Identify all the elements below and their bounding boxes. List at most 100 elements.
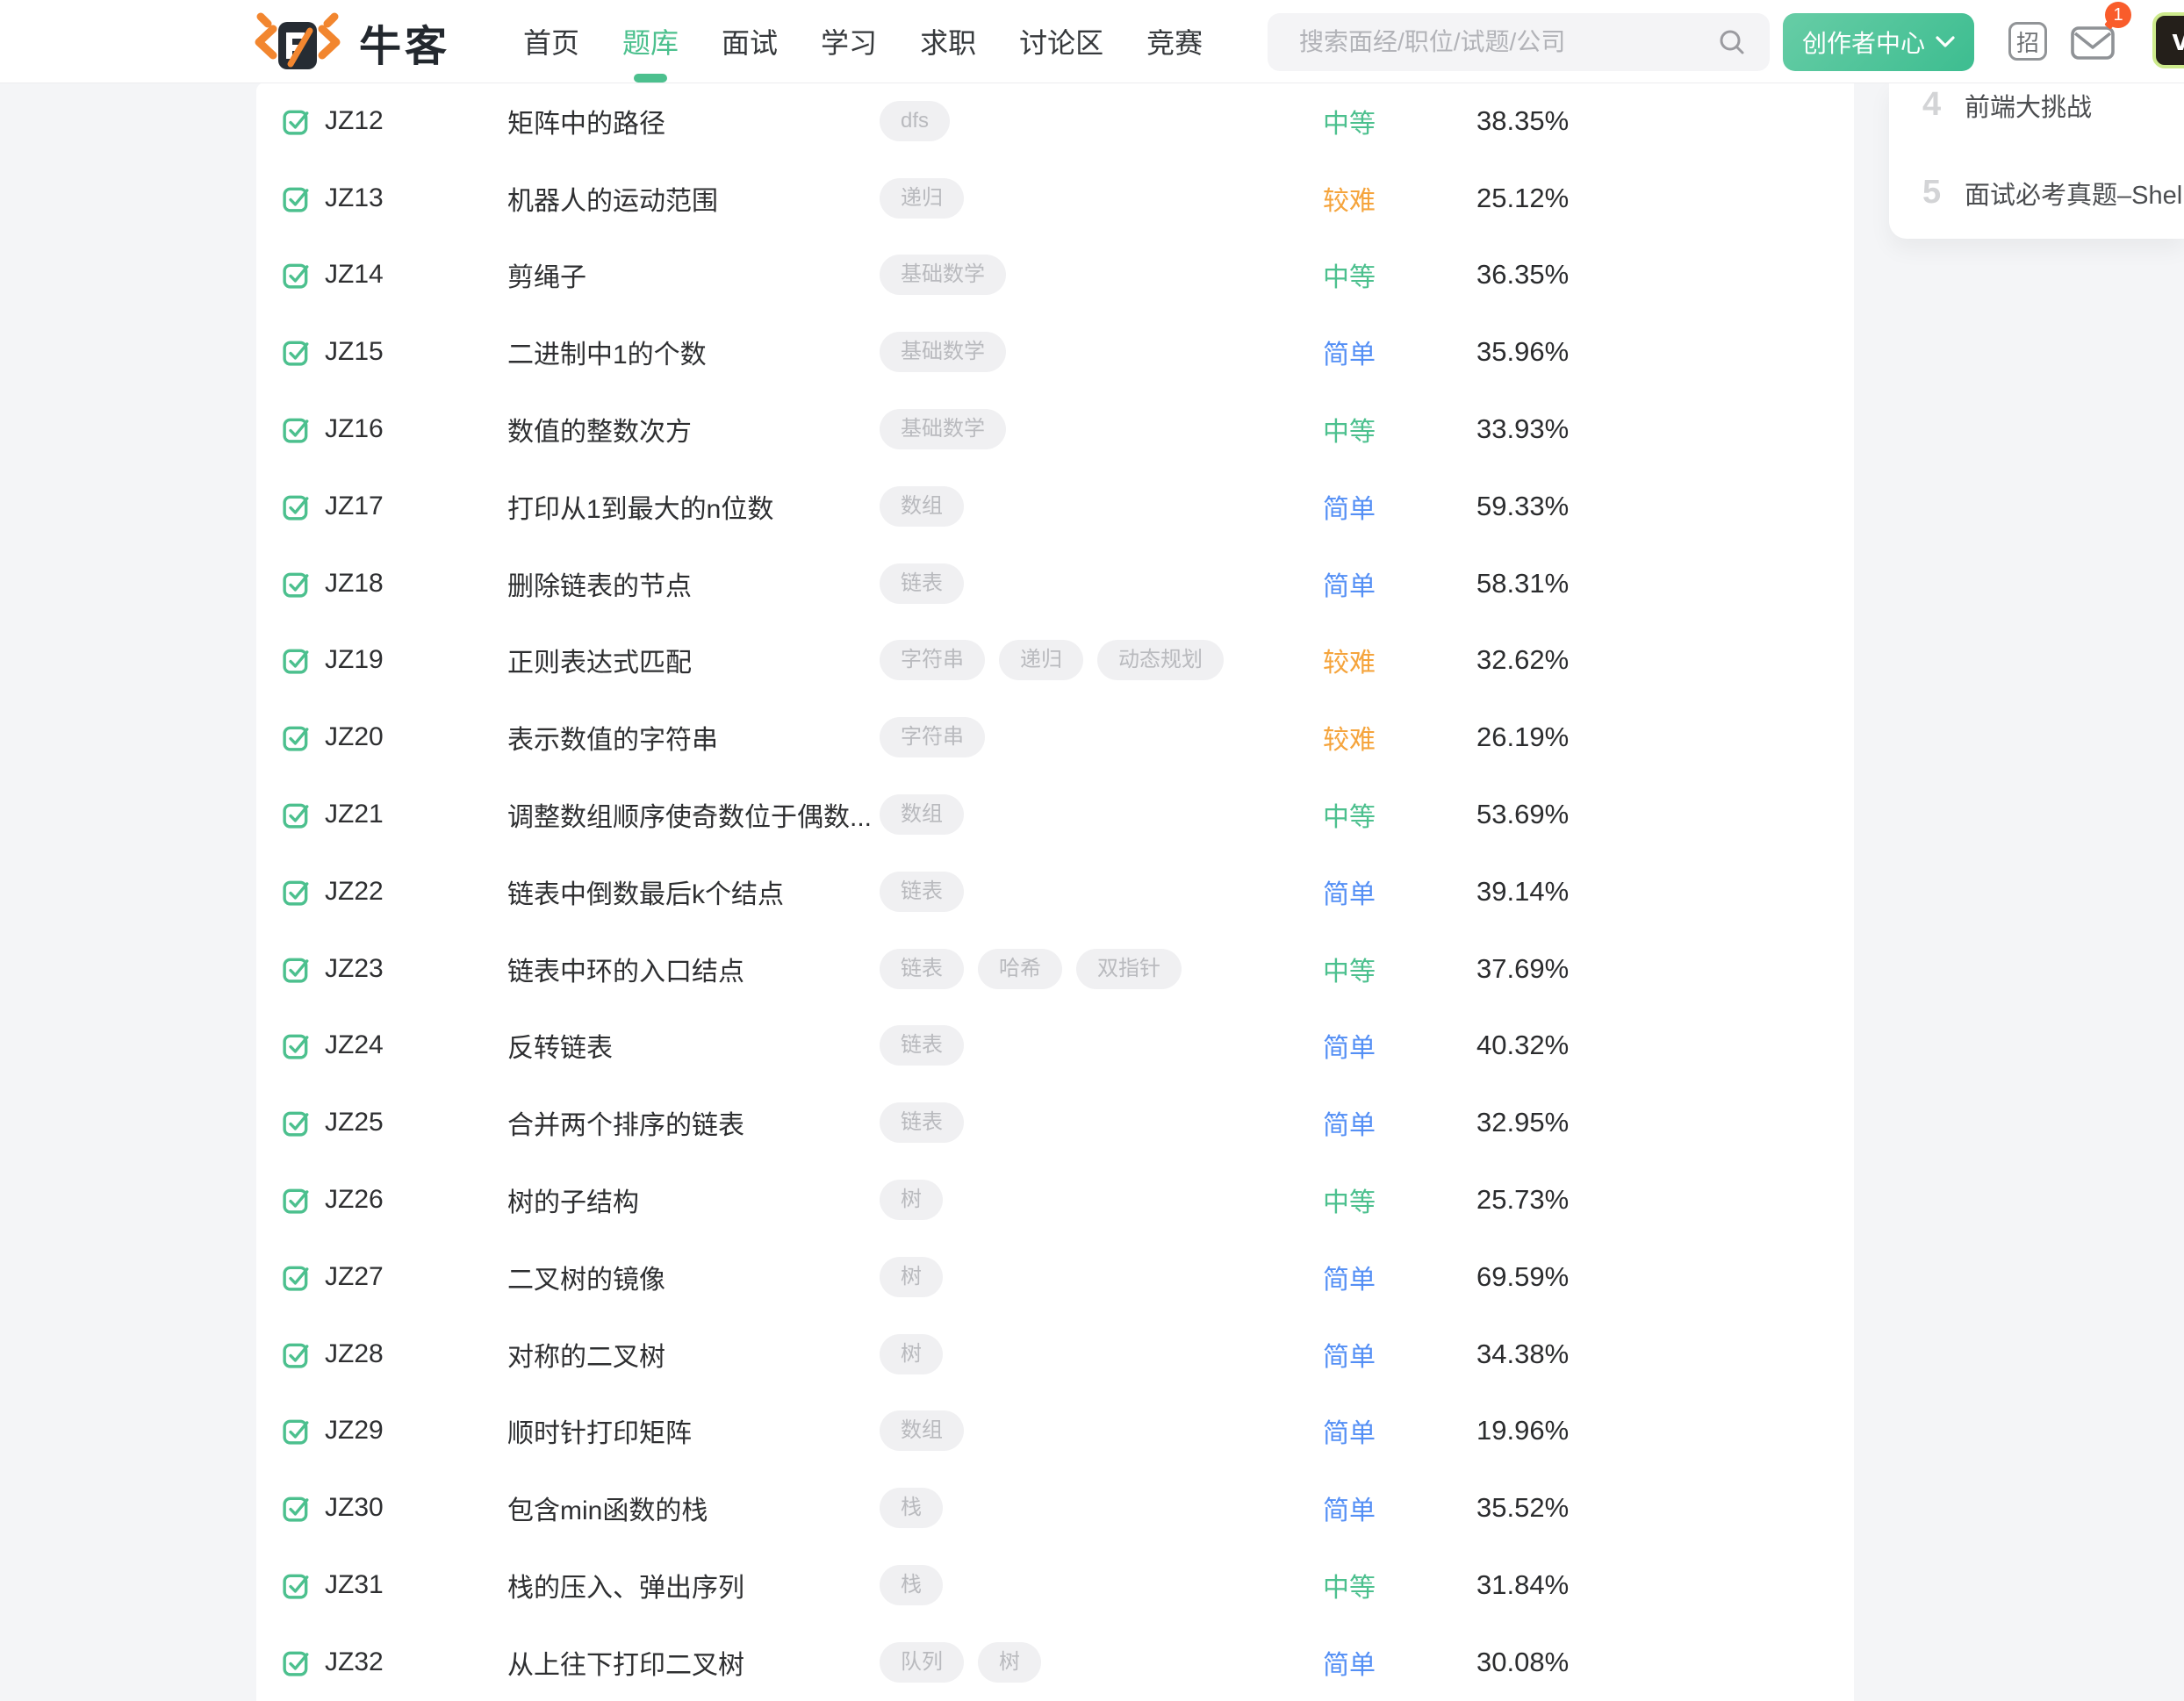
- ranking-item[interactable]: 4前端大挑战: [1922, 86, 2092, 124]
- table-row[interactable]: JZ31栈的压入、弹出序列栈中等31.84%: [256, 1547, 1854, 1624]
- tag-list: 链表: [880, 1102, 1323, 1143]
- nav-item-5[interactable]: 讨论区: [1019, 21, 1103, 61]
- tag-pill[interactable]: 哈希: [978, 949, 1062, 989]
- tag-pill[interactable]: 递归: [880, 178, 964, 219]
- problem-title-link[interactable]: 对称的二叉树: [507, 1335, 880, 1374]
- tag-pill[interactable]: 数组: [880, 794, 964, 835]
- table-row[interactable]: JZ17打印从1到最大的n位数数组简单59.33%: [256, 468, 1854, 545]
- tag-pill[interactable]: 链表: [880, 949, 964, 989]
- solved-checkbox-icon: [283, 415, 311, 443]
- tag-pill[interactable]: 数组: [880, 1410, 964, 1451]
- table-row[interactable]: JZ25合并两个排序的链表链表简单32.95%: [256, 1084, 1854, 1161]
- table-row[interactable]: JZ29顺时针打印矩阵数组简单19.96%: [256, 1393, 1854, 1470]
- tag-pill[interactable]: 栈: [880, 1565, 943, 1605]
- table-row[interactable]: JZ26树的子结构树中等25.73%: [256, 1161, 1854, 1238]
- problem-title-link[interactable]: 二叉树的镜像: [507, 1258, 880, 1296]
- search-icon[interactable]: [1717, 27, 1747, 57]
- problem-id: JZ29: [325, 1416, 507, 1446]
- table-row[interactable]: JZ22链表中倒数最后k个结点链表简单39.14%: [256, 853, 1854, 930]
- problem-title-link[interactable]: 表示数值的字符串: [507, 718, 880, 757]
- tag-pill[interactable]: 基础数学: [880, 332, 1006, 372]
- tag-pill[interactable]: 链表: [880, 1102, 964, 1143]
- problem-title-link[interactable]: 栈的压入、弹出序列: [507, 1566, 880, 1604]
- table-row[interactable]: JZ13机器人的运动范围递归较难25.12%: [256, 160, 1854, 237]
- problem-title-link[interactable]: 反转链表: [507, 1026, 880, 1065]
- tag-pill[interactable]: 栈: [880, 1488, 943, 1528]
- nowcoder-logo[interactable]: 牛客: [248, 11, 450, 73]
- table-row[interactable]: JZ20表示数值的字符串字符串较难26.19%: [256, 699, 1854, 776]
- problem-title-link[interactable]: 正则表达式匹配: [507, 641, 880, 679]
- difficulty-label: 中等: [1323, 410, 1476, 449]
- problem-title-link[interactable]: 合并两个排序的链表: [507, 1103, 880, 1142]
- table-row[interactable]: JZ18删除链表的节点链表简单58.31%: [256, 545, 1854, 622]
- table-row[interactable]: JZ16数值的整数次方基础数学中等33.93%: [256, 391, 1854, 468]
- table-row[interactable]: JZ24反转链表链表简单40.32%: [256, 1008, 1854, 1085]
- problem-title-link[interactable]: 调整数组顺序使奇数位于偶数...: [507, 795, 880, 834]
- difficulty-label: 简单: [1323, 564, 1476, 603]
- problem-title-link[interactable]: 二进制中1的个数: [507, 333, 880, 371]
- tag-pill[interactable]: 树: [880, 1257, 943, 1297]
- tag-pill[interactable]: 链表: [880, 872, 964, 912]
- problem-title-link[interactable]: 包含min函数的栈: [507, 1489, 880, 1527]
- problem-title-link[interactable]: 矩阵中的路径: [507, 102, 880, 140]
- table-row[interactable]: JZ15二进制中1的个数基础数学简单35.96%: [256, 313, 1854, 391]
- tag-list: 队列树: [880, 1642, 1323, 1683]
- table-row[interactable]: JZ28对称的二叉树树简单34.38%: [256, 1316, 1854, 1393]
- problem-title-link[interactable]: 顺时针打印矩阵: [507, 1411, 880, 1450]
- problem-id: JZ23: [325, 954, 507, 984]
- user-avatar[interactable]: v: [2152, 12, 2184, 68]
- problem-title-link[interactable]: 数值的整数次方: [507, 410, 880, 449]
- solved-checkbox-icon: [283, 1186, 311, 1214]
- tag-pill[interactable]: 队列: [880, 1642, 964, 1683]
- tag-pill[interactable]: 递归: [999, 640, 1083, 680]
- tag-pill[interactable]: 树: [978, 1642, 1041, 1683]
- nav-item-0[interactable]: 首页: [523, 21, 579, 61]
- avatar-letter: v: [2173, 24, 2184, 58]
- table-row[interactable]: JZ23链表中环的入口结点链表哈希双指针中等37.69%: [256, 930, 1854, 1008]
- problem-title-link[interactable]: 树的子结构: [507, 1181, 880, 1219]
- tag-pill[interactable]: 树: [880, 1180, 943, 1220]
- problem-title-link[interactable]: 链表中倒数最后k个结点: [507, 872, 880, 911]
- tag-pill[interactable]: 双指针: [1076, 949, 1182, 989]
- table-row[interactable]: JZ14剪绳子基础数学中等36.35%: [256, 237, 1854, 314]
- table-row[interactable]: JZ32从上往下打印二叉树队列树简单30.08%: [256, 1624, 1854, 1701]
- tag-pill[interactable]: 基础数学: [880, 255, 1006, 295]
- table-row[interactable]: JZ27二叉树的镜像树简单69.59%: [256, 1238, 1854, 1316]
- recruitment-icon[interactable]: 招: [2008, 22, 2047, 61]
- tag-pill[interactable]: 动态规划: [1097, 640, 1224, 680]
- nav-item-2[interactable]: 面试: [722, 21, 778, 61]
- nav-item-4[interactable]: 求职: [920, 21, 976, 61]
- problem-title-link[interactable]: 机器人的运动范围: [507, 179, 880, 218]
- nav-item-3[interactable]: 学习: [821, 21, 877, 61]
- difficulty-label: 简单: [1323, 1489, 1476, 1527]
- solved-checkbox-icon: [283, 1031, 311, 1059]
- problem-title-link[interactable]: 打印从1到最大的n位数: [507, 487, 880, 526]
- tag-pill[interactable]: 树: [880, 1334, 943, 1374]
- nav-item-6[interactable]: 竞赛: [1146, 21, 1203, 61]
- solved-checkbox-icon: [283, 1340, 311, 1368]
- tag-pill[interactable]: 基础数学: [880, 409, 1006, 449]
- ranking-item[interactable]: 5面试必考真题–Shell篇: [1922, 174, 2184, 212]
- tag-pill[interactable]: dfs: [880, 101, 950, 141]
- problem-title-link[interactable]: 剪绳子: [507, 255, 880, 294]
- table-row[interactable]: JZ21调整数组顺序使奇数位于偶数...数组中等53.69%: [256, 776, 1854, 853]
- table-row[interactable]: JZ30包含min函数的栈栈简单35.52%: [256, 1469, 1854, 1547]
- pass-rate: 34.38%: [1476, 1339, 1854, 1370]
- creator-center-button[interactable]: 创作者中心: [1783, 13, 1974, 71]
- tag-pill[interactable]: 数组: [880, 486, 964, 527]
- problem-title-link[interactable]: 从上往下打印二叉树: [507, 1643, 880, 1682]
- nav-item-1[interactable]: 题库: [622, 21, 679, 61]
- problem-title-link[interactable]: 链表中环的入口结点: [507, 950, 880, 988]
- table-row[interactable]: JZ19正则表达式匹配字符串递归动态规划较难32.62%: [256, 622, 1854, 700]
- tag-pill[interactable]: 字符串: [880, 640, 985, 680]
- messages-icon[interactable]: [2070, 25, 2117, 63]
- table-row[interactable]: JZ12矩阵中的路径dfs中等38.35%: [256, 83, 1854, 160]
- tag-pill[interactable]: 链表: [880, 1025, 964, 1066]
- tag-list: 基础数学: [880, 332, 1323, 372]
- tag-list: 数组: [880, 1410, 1323, 1451]
- problem-id: JZ26: [325, 1185, 507, 1215]
- tag-pill[interactable]: 字符串: [880, 717, 985, 757]
- problem-title-link[interactable]: 删除链表的节点: [507, 564, 880, 603]
- tag-pill[interactable]: 链表: [880, 563, 964, 604]
- search-input[interactable]: [1268, 13, 1717, 71]
